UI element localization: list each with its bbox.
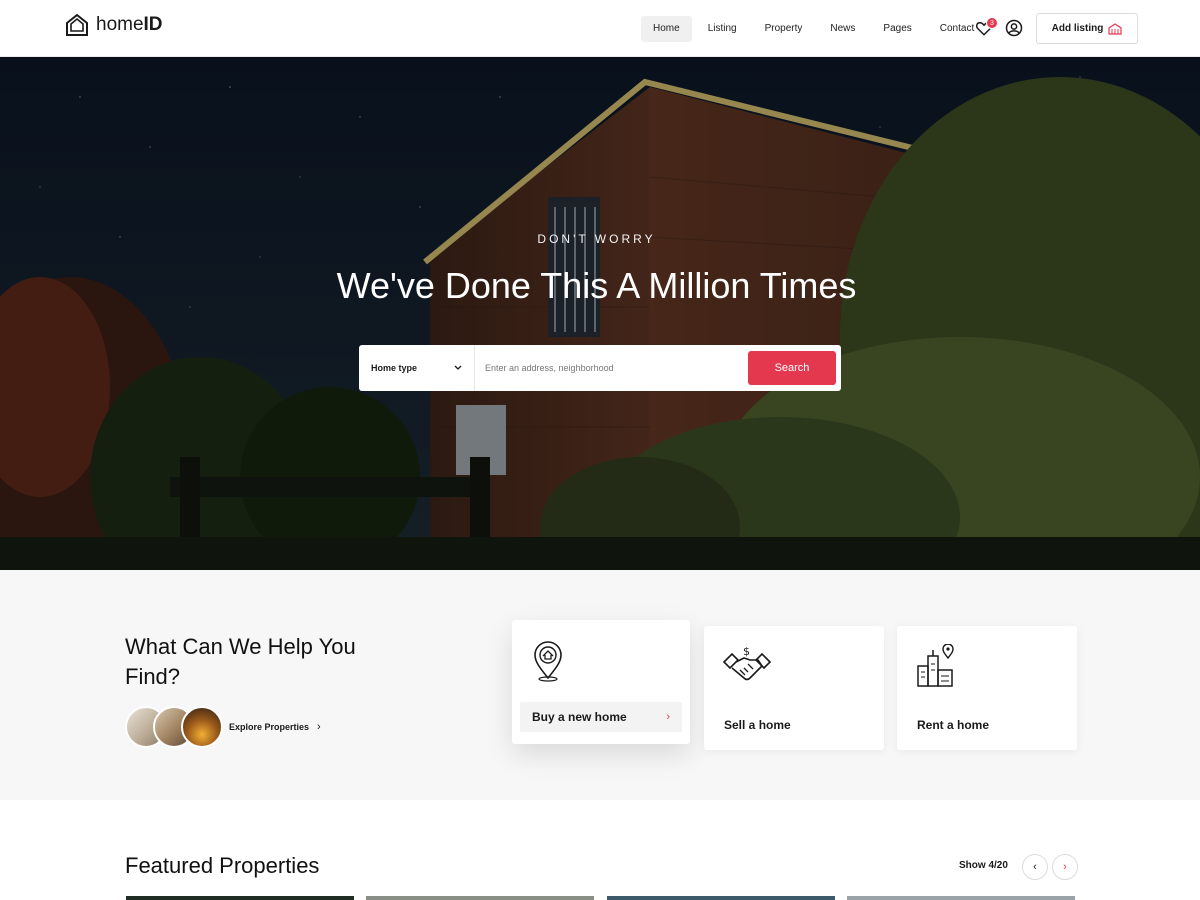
nav-property[interactable]: Property <box>753 16 815 42</box>
property-thumbnail[interactable] <box>126 896 354 900</box>
nav-home[interactable]: Home <box>641 16 692 42</box>
chevron-right-icon: › <box>666 711 670 723</box>
property-thumbnail[interactable] <box>607 896 835 900</box>
hero-section: DON'T WORRY We've Done This A Million Ti… <box>0 57 1200 570</box>
property-avatars <box>125 706 225 748</box>
featured-next-button[interactable]: › <box>1052 854 1078 880</box>
home-type-select[interactable]: Home type <box>359 345 475 391</box>
featured-prev-button[interactable]: ‹ <box>1022 854 1048 880</box>
hero-kicker: DON'T WORRY <box>537 232 656 246</box>
property-avatar <box>181 706 223 748</box>
map-pin-house-icon <box>534 641 562 682</box>
hero-background-image <box>0 57 1200 570</box>
hero-title: We've Done This A Million Times <box>336 265 857 306</box>
svg-text:$: $ <box>743 645 750 658</box>
nav-news[interactable]: News <box>818 16 867 42</box>
explore-properties-label: Explore Properties <box>229 722 310 732</box>
explore-properties-link[interactable]: Explore Properties › <box>125 706 321 748</box>
card-buy-home[interactable]: Buy a new home › <box>512 620 690 744</box>
address-search-input[interactable] <box>475 346 748 390</box>
main-nav: Home Listing Property News Pages Contact <box>641 16 990 42</box>
chevron-down-icon <box>454 365 462 370</box>
house-outline-icon <box>66 13 88 36</box>
wishlist-button[interactable]: 3 <box>975 17 998 39</box>
property-thumbnail[interactable] <box>366 896 594 900</box>
site-header: homeID Home Listing Property News Pages … <box>0 0 1200 57</box>
chevron-left-icon: ‹ <box>1033 861 1037 873</box>
add-listing-button[interactable]: Add listing <box>1036 13 1138 44</box>
logo-text: homeID <box>96 14 163 35</box>
featured-properties-title: Featured Properties <box>125 853 320 878</box>
handshake-dollar-icon: $ <box>722 645 772 681</box>
city-pin-icon <box>917 644 954 687</box>
wishlist-count-badge: 3 <box>986 17 998 29</box>
card-buy-home-label-bar: Buy a new home › <box>520 702 682 732</box>
search-button[interactable]: Search <box>748 351 836 385</box>
help-section-title: What Can We Help You Find? <box>125 634 356 689</box>
card-label: Rent a home <box>917 718 990 732</box>
user-circle-icon[interactable] <box>1005 19 1023 37</box>
logo[interactable]: homeID <box>64 12 163 38</box>
help-find-section: What Can We Help You Find? Explore Prope… <box>0 570 1200 800</box>
chevron-right-icon: › <box>1063 861 1067 873</box>
card-label: Sell a home <box>724 718 791 732</box>
card-label: Buy a new home <box>532 710 627 724</box>
nav-listing[interactable]: Listing <box>696 16 749 42</box>
featured-show-count: Show 4/20 <box>959 860 1008 871</box>
property-search-form: Home type Search <box>359 345 841 391</box>
property-thumbnail[interactable] <box>847 896 1075 900</box>
add-listing-label: Add listing <box>1051 23 1104 34</box>
house-icon <box>1108 22 1122 35</box>
nav-pages[interactable]: Pages <box>871 16 923 42</box>
card-sell-home[interactable]: $ Sell a home <box>704 626 884 750</box>
card-rent-home[interactable]: Rent a home <box>897 626 1077 750</box>
home-type-label: Home type <box>371 363 418 373</box>
chevron-right-icon: › <box>317 721 321 733</box>
